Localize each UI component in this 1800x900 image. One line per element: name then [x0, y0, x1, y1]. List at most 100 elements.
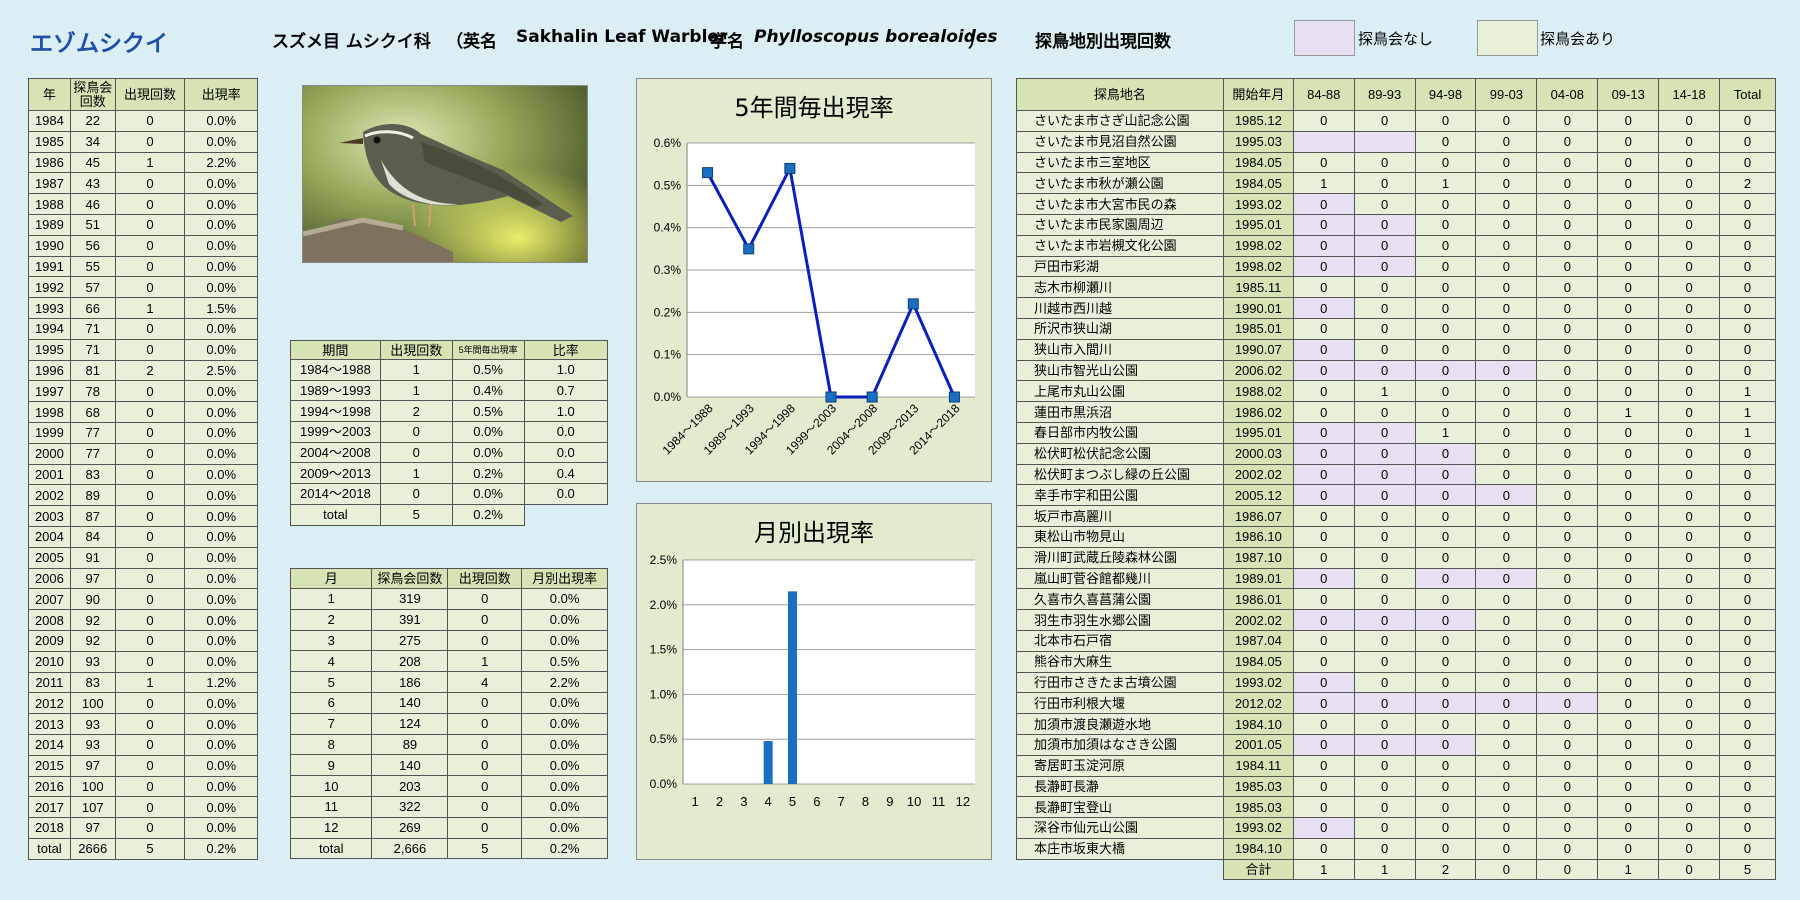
site-name: さいたま市岩槻文化公園	[1016, 234, 1224, 257]
rate-header: 出現率	[184, 78, 258, 111]
year-row: 1992 57 0 0.0%	[28, 276, 258, 299]
sightings-header: 出現回数	[114, 78, 186, 111]
period-cell: 2	[379, 400, 453, 423]
site-period-count: 0	[1597, 671, 1660, 694]
site-row: 熊谷市大麻生 1984.05 0 0 0 0 0 0 0 0	[1016, 650, 1776, 673]
year-cell-survey-count: 81	[69, 359, 116, 382]
site-period-count: 0	[1597, 817, 1660, 839]
site-period-count: 0	[1292, 692, 1355, 715]
site-total-count: 0	[1719, 650, 1776, 673]
site-period-count: 0	[1597, 567, 1660, 590]
site-period-count: 0	[1475, 817, 1538, 839]
site-period-count: 0	[1353, 359, 1416, 382]
period-row: 1984～1988 1 0.5% 1.0	[290, 359, 609, 381]
site-start-date: 1986.10	[1222, 525, 1294, 548]
data-point	[948, 391, 960, 403]
period-row: 1999～2003 0 0.0% 0.0	[290, 421, 609, 443]
site-start-date: 1986.07	[1222, 505, 1294, 527]
site-period-count: 0	[1597, 151, 1660, 174]
year-cell-rate: 0.0%	[184, 546, 258, 569]
site-period-count: 0	[1475, 151, 1538, 174]
site-period-count: 0	[1658, 234, 1721, 257]
site-row: さいたま市岩槻文化公園 1998.02 0 0 0 0 0 0 0 0	[1016, 234, 1776, 257]
year-cell-rate: 0.0%	[184, 172, 258, 195]
y-tick-label: 0.6%	[654, 136, 682, 150]
site-period-count: 0	[1475, 588, 1538, 611]
year-cell-rate: 1.2%	[184, 671, 258, 694]
period-row: 1989～1993 1 0.4% 0.7	[290, 379, 609, 402]
year-total-row: total 2666 5 0.2%	[28, 837, 258, 860]
site-period-count: 0	[1597, 359, 1660, 382]
year-cell-rate: 0.0%	[184, 775, 258, 798]
site-total-count: 1	[1719, 401, 1776, 423]
site-period-count: 0	[1536, 733, 1599, 756]
period-cell: 1989～1993	[290, 379, 381, 402]
site-period-count: 0	[1353, 525, 1416, 548]
site-period-count: 0	[1292, 796, 1355, 819]
y-tick-label: 1.5%	[650, 643, 678, 657]
year-cell-survey-count: 92	[69, 629, 116, 652]
site-period-count: 0	[1353, 817, 1416, 839]
month-cell: 0	[447, 816, 523, 839]
scientific-name: Phylloscopus borealoides	[754, 27, 998, 47]
site-row: 蓮田市黒浜沼 1986.02 0 0 0 0 0 1 0 1	[1016, 401, 1776, 423]
y-tick-label: 0.4%	[654, 221, 682, 235]
year-cell-year: 2005	[28, 546, 71, 569]
month-cell: 8	[289, 733, 373, 756]
period-cell: 0	[379, 421, 453, 443]
period-cell: 0	[379, 483, 453, 505]
five-year-rate-chart: 5年間毎出現率 0.0% 0.1% 0.2% 0.3% 0.4% 0.5% 0.6% 1984～…	[636, 78, 992, 482]
month-cell: 0	[447, 795, 523, 818]
month-cell: 0	[447, 712, 523, 735]
year-cell-survey-count: 77	[69, 421, 116, 444]
site-period-count: 0	[1414, 234, 1477, 257]
site-start-date: 2000.03	[1222, 442, 1294, 465]
site-period-count: 0	[1292, 754, 1355, 777]
year-cell-survey-count: 51	[69, 213, 116, 236]
site-period-count: 0	[1475, 837, 1538, 860]
month-cell: 3	[289, 629, 373, 652]
year-cell-rate: 0.0%	[184, 629, 258, 652]
site-period-count: 0	[1597, 650, 1660, 673]
year-cell-sightings: 0	[114, 817, 186, 839]
site-period-count: 0	[1658, 629, 1721, 652]
site-name: 寄居町玉淀河原	[1016, 754, 1224, 777]
site-header-6: 04-08	[1536, 78, 1599, 111]
year-cell-sightings: 1	[114, 671, 186, 694]
year-row: 2003 87 0 0.0%	[28, 505, 258, 527]
site-period-count: 0	[1353, 713, 1416, 735]
year-cell-rate: 0.0%	[184, 234, 258, 257]
site-period-count: 0	[1292, 629, 1355, 652]
year-row: 2000 77 0 0.0%	[28, 442, 258, 465]
site-row: 北本市石戸宿 1987.04 0 0 0 0 0 0 0 0	[1016, 629, 1776, 652]
site-name: さいたま市さぎ山記念公園	[1016, 110, 1224, 132]
site-period-count: 0	[1414, 317, 1477, 340]
data-point	[866, 391, 878, 403]
period-table: 期間 出現回数 5年間毎出現率 比率 1984～1988 1 0.5% 1.0 1989…	[290, 340, 609, 526]
month-cell: 0.0%	[521, 608, 608, 631]
x-tick-label: 11	[932, 794, 946, 809]
site-period-count: 0	[1597, 213, 1660, 236]
year-row: 2015 97 0 0.0%	[28, 754, 258, 777]
site-period-count: 0	[1536, 796, 1599, 819]
site-period-count: 0	[1597, 775, 1660, 798]
year-cell-survey-count: 22	[69, 110, 116, 132]
year-cell-sightings: 0	[114, 110, 186, 132]
site-start-date: 1985.01	[1222, 317, 1294, 340]
year-row: 2006 97 0 0.0%	[28, 567, 258, 590]
site-name: 松伏町まつぶし緑の丘公園	[1016, 463, 1224, 486]
site-row: 川越市西川越 1990.01 0 0 0 0 0 0 0 0	[1016, 297, 1776, 319]
year-cell-rate: 0.0%	[184, 463, 258, 486]
site-row: 松伏町まつぶし緑の丘公園 2002.02 0 0 0 0 0 0 0 0	[1016, 463, 1776, 486]
site-row: 行田市利根大堰 2012.02 0 0 0 0 0 0 0 0	[1016, 692, 1776, 715]
monthly-rate-chart: 月別出現率 0.0% 0.5% 1.0% 1.5% 2.0% 2.5% 1 2 3 4 5 6 7 8 9 10…	[636, 503, 992, 860]
year-row: 1988 46 0 0.0%	[28, 193, 258, 215]
scientific-name-close: ）	[968, 32, 985, 52]
site-start-date: 2001.05	[1222, 733, 1294, 756]
site-period-count: 0	[1658, 733, 1721, 756]
site-period-count: 0	[1414, 297, 1477, 319]
year-cell-rate: 0.0%	[184, 733, 258, 756]
site-period-count: 0	[1353, 546, 1416, 569]
site-period-count: 0	[1536, 817, 1599, 839]
site-total-value: 1	[1597, 858, 1660, 881]
